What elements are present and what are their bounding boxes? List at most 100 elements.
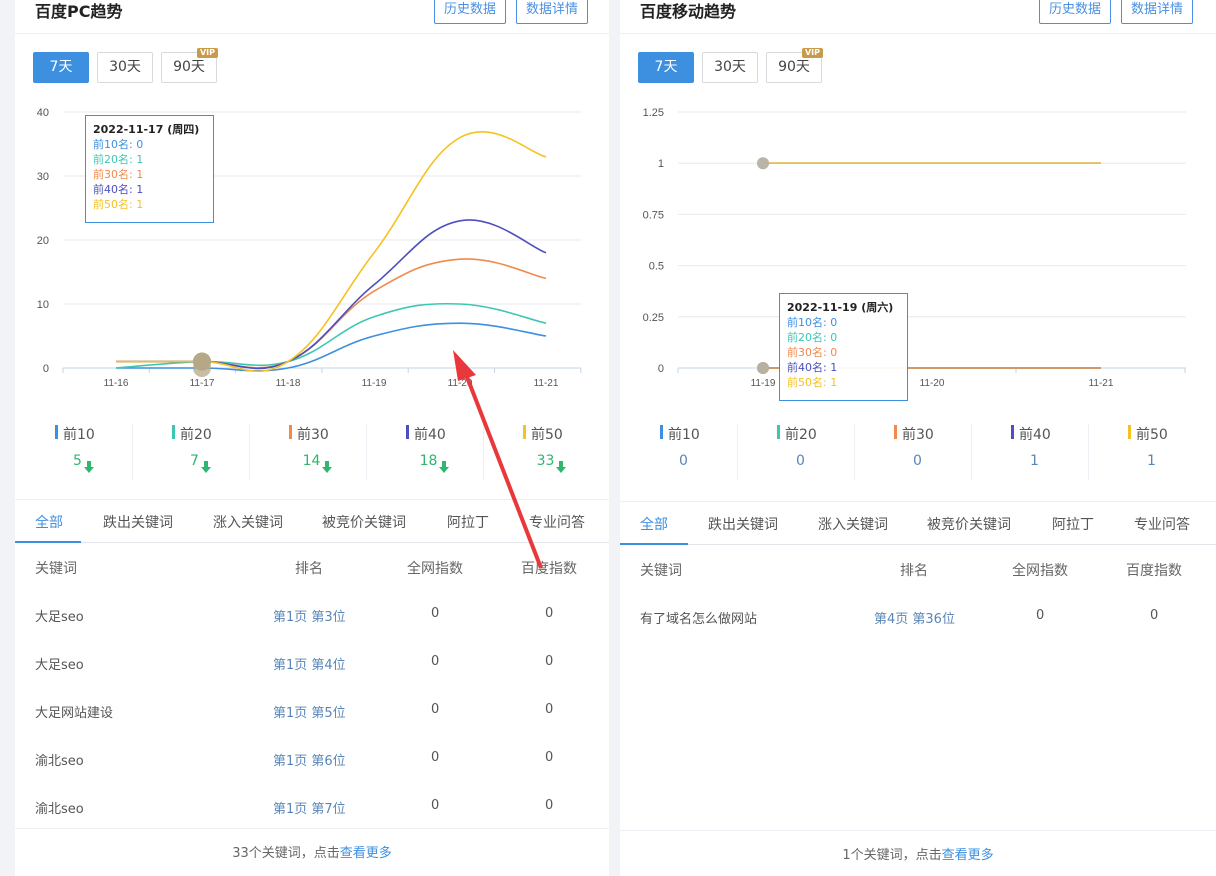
stat-color-bar [406,425,409,439]
baidu-index-cell: 0 [545,654,554,669]
page-title: 百度PC趋势 [35,2,123,21]
rank-link[interactable]: 第1页 第5位 [273,702,346,721]
keyword-cell: 渝北seo [35,802,84,817]
col-net-index: 全网指数 [1012,563,1068,579]
col-rank: 排名 [900,563,928,579]
chart-tooltip: 2022-11-17 (周四) 前10名: 0 前20名: 1 前30名: 1 … [85,115,214,223]
hover-point [757,362,769,374]
stat-color-bar [289,425,292,439]
range-90d-button[interactable]: 90天 VIP [161,48,218,83]
tooltip-top10: 前10名: 0 [93,138,144,151]
tab-all[interactable]: 全部 [35,512,63,532]
tab-gained[interactable]: 涨入关键词 [213,512,283,532]
stat-label: 前50 [531,427,563,443]
mobile-trend-panel: 百度移动趋势 历史数据 数据详情 7天 30天 90天 VIP 0 0.25 0.5… [620,0,1216,876]
keyword-cell: 大足网站建设 [35,706,114,721]
range-30d-button[interactable]: 30天 [702,52,758,83]
range-7d-button[interactable]: 7天 [33,52,89,83]
x-tick-label: 11-19 [362,378,387,389]
tab-all[interactable]: 全部 [640,514,668,534]
stat-top10: 前10 0 [620,420,737,482]
col-net-index: 全网指数 [407,561,463,577]
rank-stats: 前10 0 前20 0 前30 0 前40 1 前50 1 [620,420,1216,482]
rank-link[interactable]: 第1页 第3位 [273,606,346,625]
stat-top40: 前40 18 [366,420,483,482]
tooltip-top50: 前50名: 1 [787,376,838,389]
tab-dropped[interactable]: 跌出关键词 [708,514,778,534]
tooltip-top30: 前30名: 0 [787,346,838,359]
stat-top30: 前30 0 [854,420,971,482]
tab-bidded[interactable]: 被竞价关键词 [322,512,406,532]
net-index-cell: 0 [1036,608,1045,623]
tab-aladdin[interactable]: 阿拉丁 [447,512,489,532]
col-baidu-index: 百度指数 [1126,563,1182,579]
history-data-button[interactable]: 历史数据 [434,0,507,24]
x-tick-label: 11-18 [276,378,301,389]
rank-link[interactable]: 第1页 第4位 [273,654,346,673]
col-keyword: 关键词 [640,563,682,579]
net-index-cell: 0 [431,654,440,669]
range-30d-button[interactable]: 30天 [97,52,153,83]
data-detail-button[interactable]: 数据详情 [516,0,589,24]
tooltip-top40: 前40名: 1 [93,183,144,196]
stat-label: 前30 [902,427,934,443]
y-tick-label: 0.5 [649,261,664,273]
rank-link[interactable]: 第1页 第6位 [273,750,346,769]
tab-dropped[interactable]: 跌出关键词 [103,512,173,532]
stat-number: 5 [73,453,82,469]
chart-tooltip: 2022-11-19 (周六) 前10名: 0 前20名: 0 前30名: 0 … [779,293,908,401]
stat-value: 14 [259,453,366,469]
stat-value: 18 [376,453,483,469]
rank-link[interactable]: 第4页 第36位 [874,608,955,627]
tab-aladdin[interactable]: 阿拉丁 [1052,514,1094,534]
x-tick-label: 11-20 [448,378,473,389]
view-more-link[interactable]: 查看更多 [942,848,994,863]
stat-label: 前10 [668,427,700,443]
stat-color-bar [523,425,526,439]
range-7d-button[interactable]: 7天 [638,52,694,83]
x-tick-label: 11-21 [534,378,559,389]
tab-gained[interactable]: 涨入关键词 [818,514,888,534]
mobile-trend-chart[interactable]: 0 0.25 0.5 0.75 1 1.25 11-19 11-20 11-21 [620,95,1216,395]
data-detail-button[interactable]: 数据详情 [1121,0,1194,24]
rank-link[interactable]: 第1页 第7位 [273,798,346,817]
stat-value: 1 [1147,453,1156,469]
stat-color-bar [660,425,663,439]
stat-value: 0 [679,453,688,469]
keyword-tabs: 全部 跌出关键词 涨入关键词 被竞价关键词 阿拉丁 专业问答 [620,501,1216,545]
y-tick-label: 0.75 [643,209,664,221]
y-tick-label: 1.25 [643,107,664,119]
tab-bidded[interactable]: 被竞价关键词 [927,514,1011,534]
tab-qa[interactable]: 专业问答 [529,512,585,532]
stat-number: 18 [419,453,438,469]
stat-top40: 前40 1 [971,420,1088,482]
stat-number: 7 [190,453,199,469]
history-data-button[interactable]: 历史数据 [1039,0,1112,24]
view-more-link[interactable]: 查看更多 [340,846,392,861]
range-90d-label: 90天 [173,59,205,75]
stat-label: 前40 [414,427,446,443]
stat-color-bar [777,425,780,439]
keyword-cell: 大足seo [35,610,84,625]
hover-point [193,352,211,371]
keyword-count-text: 33个关键词，点击 [232,846,340,861]
y-tick-label: 20 [37,235,49,247]
stat-color-bar [1128,425,1131,439]
stat-top30: 前30 14 [249,420,366,482]
range-90d-button[interactable]: 90天 VIP [766,48,823,83]
y-tick-label: 10 [37,299,49,311]
keyword-tabs: 全部 跌出关键词 涨入关键词 被竞价关键词 阿拉丁 专业问答 [15,499,609,543]
stat-value: 5 [25,453,132,469]
net-index-cell: 0 [431,798,440,813]
table-footer: 1个关键词，点击查看更多 [620,830,1216,876]
stat-color-bar [894,425,897,439]
stat-top50: 前50 33 [483,420,600,482]
tab-qa[interactable]: 专业问答 [1134,514,1190,534]
y-tick-label: 1 [658,158,664,170]
page-title: 百度移动趋势 [640,2,737,21]
tooltip-top40: 前40名: 1 [787,361,838,374]
stat-label: 前50 [1136,427,1168,443]
vip-badge: VIP [801,48,823,58]
stat-value: 7 [142,453,249,469]
tooltip-date: 2022-11-19 (周六) [787,301,894,314]
